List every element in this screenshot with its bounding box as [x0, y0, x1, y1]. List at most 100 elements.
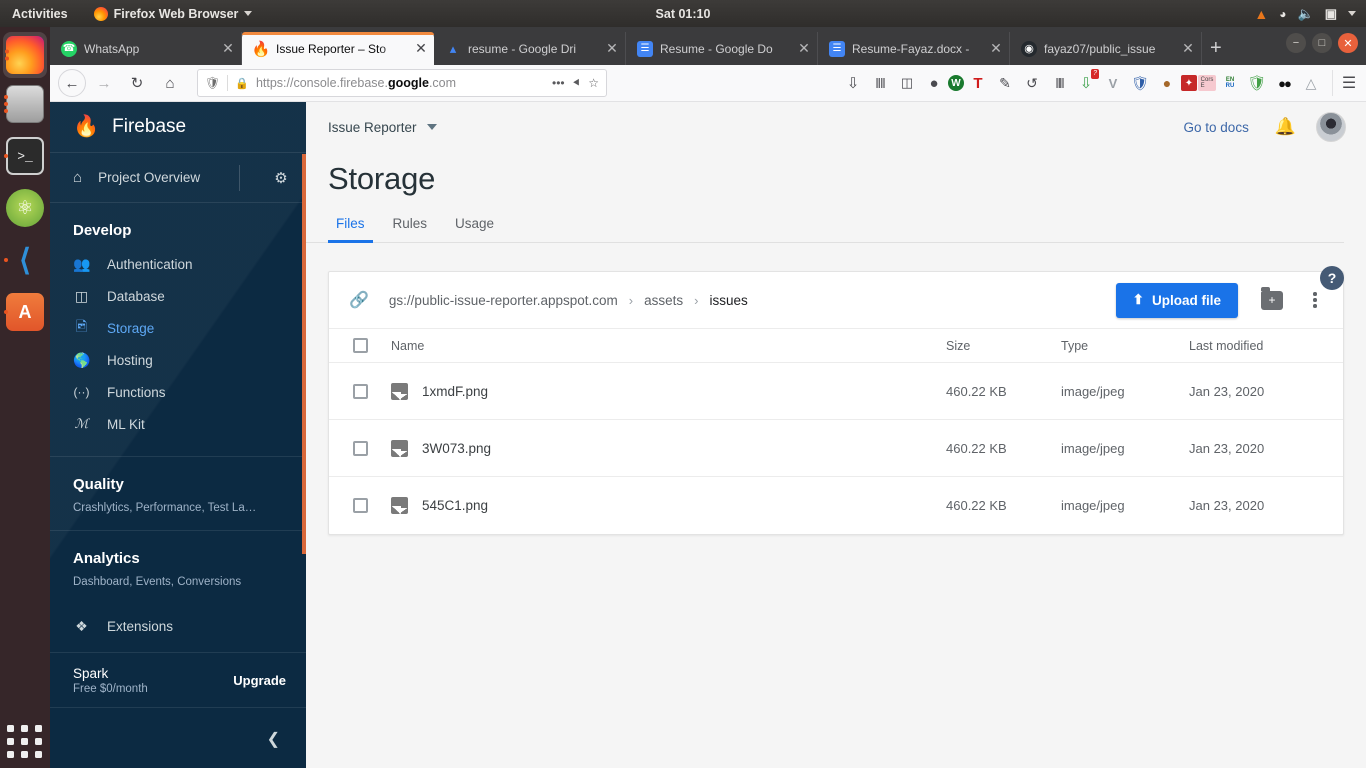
sidebar-section-analytics[interactable]: Analytics [50, 531, 306, 576]
project-selector[interactable]: Issue Reporter [328, 120, 437, 135]
create-folder-icon[interactable]: + [1261, 286, 1283, 310]
close-tab-button[interactable]: ✕ [989, 40, 1003, 57]
forward-button[interactable]: → [89, 69, 119, 97]
sidebar-section-quality[interactable]: Quality [50, 457, 306, 502]
dock-item-terminal[interactable]: >_ [2, 130, 48, 182]
dock-item-files[interactable] [2, 78, 48, 130]
row-checkbox[interactable] [329, 440, 391, 456]
wikipedia-extension-icon[interactable]: W [948, 75, 964, 91]
dock-item-vscode[interactable]: ⟨ [2, 234, 48, 286]
column-header-name[interactable]: Name [391, 339, 946, 353]
pocket-icon[interactable]: ⯇ [572, 76, 582, 91]
tab-files[interactable]: Files [328, 216, 373, 243]
close-tab-button[interactable]: ✕ [221, 40, 235, 57]
cors-toggle-icon[interactable]: Cors E [1198, 75, 1216, 91]
volume-icon[interactable]: 🔈 [1298, 6, 1314, 22]
notifications-bell-icon[interactable]: 🔔 [1275, 117, 1296, 137]
close-tab-button[interactable]: ✕ [605, 40, 619, 57]
column-header-last-modified[interactable]: Last modified [1189, 339, 1323, 353]
new-tab-button[interactable]: + [1210, 37, 1222, 60]
column-header-type[interactable]: Type [1061, 339, 1189, 353]
home-button[interactable]: ⌂ [155, 69, 185, 97]
file-name-cell[interactable]: 545C1.png [391, 497, 946, 514]
dock-item-android-studio[interactable]: ⚛ [2, 182, 48, 234]
go-to-docs-link[interactable]: Go to docs [1184, 120, 1249, 135]
sidebar-item-ml-kit[interactable]: ℳ ML Kit [50, 408, 306, 440]
sidebar-scrollbar[interactable] [302, 154, 306, 554]
comb-icon[interactable]: ‖‖ [1046, 70, 1072, 96]
account-icon[interactable]: ● [921, 70, 947, 96]
dock-item-ubuntu-software[interactable]: A [2, 286, 48, 338]
magic-wand-icon[interactable]: ✦ [1181, 75, 1197, 91]
battery-icon[interactable]: ▣ [1325, 6, 1337, 22]
sidebar-item-storage[interactable]: 🖻 Storage [50, 312, 306, 344]
app-menu-button[interactable]: Firefox Web Browser [93, 6, 253, 21]
adguard-icon[interactable]: 🛡 [1244, 70, 1270, 96]
show-applications-button[interactable] [7, 725, 43, 758]
maximize-button[interactable]: □ [1312, 33, 1332, 53]
table-row[interactable]: 545C1.png 460.22 KB image/jpeg Jan 23, 2… [329, 477, 1343, 534]
minimize-button[interactable]: − [1286, 33, 1306, 53]
downloads-icon[interactable]: ⇩ [840, 70, 866, 96]
dock-item-firefox[interactable] [3, 32, 47, 78]
sidebar-item-project-overview[interactable]: ⌂ Project Overview ⚙ [50, 153, 306, 203]
more-options-icon[interactable] [1300, 285, 1330, 315]
avatar[interactable] [1316, 112, 1346, 142]
file-name-cell[interactable]: 3W073.png [391, 439, 946, 457]
upload-file-button[interactable]: ⬆ Upload file [1115, 282, 1238, 318]
close-tab-button[interactable]: ✕ [414, 40, 428, 57]
help-button[interactable]: ? [1320, 266, 1344, 290]
shield-icon[interactable]: 🛡 [1127, 70, 1153, 96]
breadcrumb-issues[interactable]: issues [710, 293, 748, 308]
vue-devtools-icon[interactable]: V [1100, 70, 1126, 96]
close-tab-button[interactable]: ✕ [1181, 40, 1195, 57]
gear-icon[interactable]: ⚙ [256, 169, 306, 187]
page-actions-icon[interactable]: ••• [552, 76, 565, 90]
tracking-protection-shield-icon[interactable]: 🛡 [205, 76, 220, 90]
system-tray[interactable]: ▲ ◕ 🔈 ▣ [1254, 6, 1356, 22]
browser-tab[interactable]: ☰ Resume-Fayaz.docx - ✕ [818, 32, 1010, 65]
colorpicker-icon[interactable]: ✎ [992, 70, 1018, 96]
sidebar-item-functions[interactable]: (··) Functions [50, 376, 306, 408]
cookie-manager-icon[interactable]: ● [1154, 70, 1180, 96]
row-checkbox[interactable] [329, 383, 391, 399]
sidebar-item-database[interactable]: ◫ Database [50, 280, 306, 312]
link-icon[interactable]: 🔗 [349, 290, 369, 310]
video-downloader-icon[interactable]: ⇩? [1073, 69, 1099, 96]
sidebar-item-authentication[interactable]: 👥 Authentication [50, 248, 306, 280]
browser-tab[interactable]: ☰ Resume - Google Do ✕ [626, 32, 818, 65]
table-row[interactable]: 1xmdF.png 460.22 KB image/jpeg Jan 23, 2… [329, 363, 1343, 420]
reload-button[interactable]: ↻ [122, 69, 152, 97]
browser-tab[interactable]: ◉ fayaz07/public_issue ✕ [1010, 32, 1202, 65]
file-name-cell[interactable]: 1xmdF.png [391, 382, 946, 400]
browser-tab[interactable]: ☎ WhatsApp ✕ [50, 32, 242, 65]
privacy-badger-icon[interactable]: △ [1298, 70, 1324, 96]
address-bar[interactable]: 🛡 🔒 https://console.firebase.google.com … [197, 69, 607, 97]
browser-tab[interactable]: ▴ resume - Google Dri ✕ [434, 32, 626, 65]
reader-view-icon[interactable]: ◫ [894, 70, 920, 96]
library-icon[interactable]: ‖‖ [867, 70, 893, 96]
back-button[interactable]: ← [58, 69, 86, 97]
translate-icon[interactable]: EN RU [1217, 70, 1243, 96]
tab-usage[interactable]: Usage [447, 216, 502, 242]
close-tab-button[interactable]: ✕ [797, 40, 811, 57]
activities-button[interactable]: Activities [12, 7, 68, 21]
sidebar-item-hosting[interactable]: 🌎 Hosting [50, 344, 306, 376]
firebase-logo[interactable]: 🔥 Firebase [50, 102, 306, 153]
breadcrumb-assets[interactable]: assets [644, 293, 683, 308]
clock[interactable]: Sat 01:10 [656, 7, 711, 21]
wifi-icon[interactable]: ◕ [1279, 7, 1286, 21]
loop-icon[interactable]: ↺ [1019, 70, 1045, 96]
dark-reader-icon[interactable]: ●● [1271, 70, 1297, 96]
firefox-menu-button[interactable]: ☰ [1332, 70, 1358, 96]
text-tool-icon[interactable]: T [965, 70, 991, 96]
column-header-size[interactable]: Size [946, 339, 1061, 353]
breadcrumb-bucket[interactable]: gs://public-issue-reporter.appspot.com [389, 293, 618, 308]
bookmark-star-icon[interactable]: ☆ [588, 76, 599, 90]
system-menu-caret-icon[interactable] [1348, 11, 1356, 16]
table-row[interactable]: 3W073.png 460.22 KB image/jpeg Jan 23, 2… [329, 420, 1343, 477]
collapse-sidebar-button[interactable]: ❮ [50, 710, 306, 768]
browser-tab-active[interactable]: 🔥 Issue Reporter – Sto ✕ [242, 32, 434, 65]
row-checkbox[interactable] [329, 498, 391, 513]
select-all-checkbox[interactable] [329, 338, 391, 353]
